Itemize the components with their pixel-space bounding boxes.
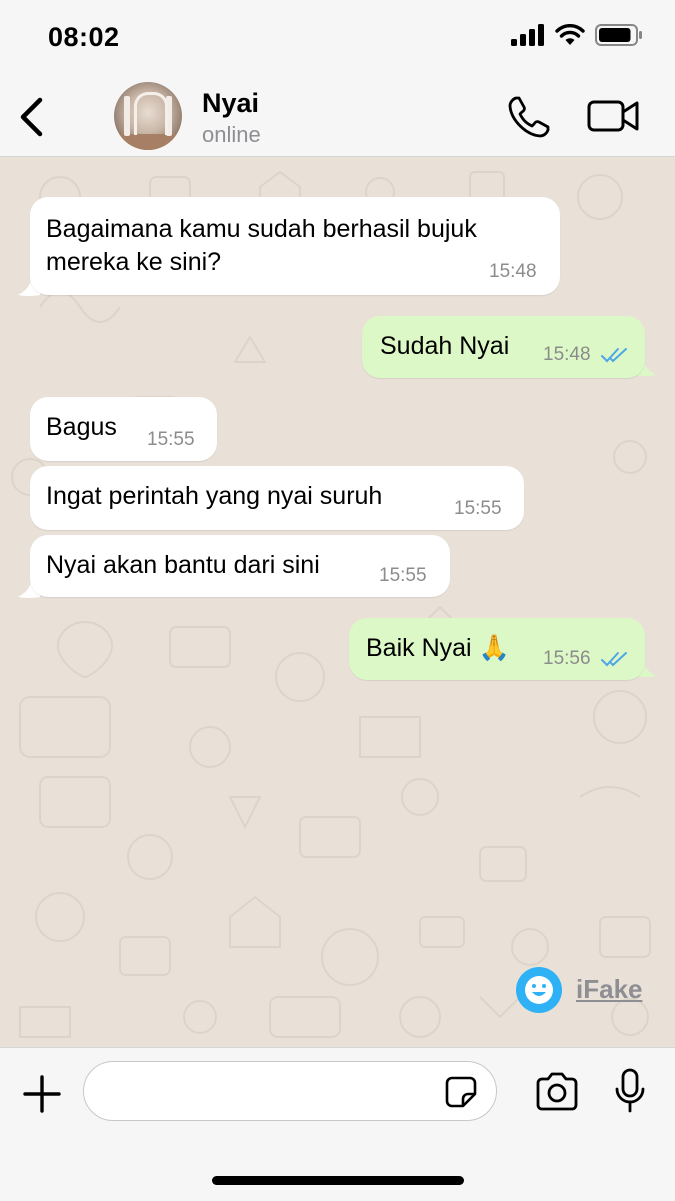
watermark-text: iFake (576, 974, 643, 1004)
message-bubble-outgoing[interactable]: Sudah Nyai 15:48 (362, 316, 645, 378)
message-bubble-incoming[interactable]: Bagus 15:55 (30, 397, 217, 461)
message-time: 15:55 (379, 565, 427, 586)
attach-button[interactable] (22, 1074, 62, 1114)
chat-area[interactable]: Bagaimana kamu sudah berhasil bujuk mere… (0, 157, 675, 1047)
status-bar: 08:02 (0, 0, 675, 78)
microphone-button[interactable] (614, 1068, 646, 1114)
contact-name[interactable]: Nyai (202, 88, 259, 119)
message-bubble-incoming[interactable]: Bagaimana kamu sudah berhasil bujuk mere… (30, 197, 560, 295)
input-bar (0, 1047, 675, 1201)
read-receipt-icon (601, 652, 627, 667)
home-indicator[interactable] (212, 1176, 464, 1185)
avatar[interactable] (114, 82, 182, 150)
message-bubble-incoming[interactable]: Nyai akan bantu dari sini 15:55 (30, 535, 450, 597)
message-input[interactable] (104, 1072, 438, 1112)
chat-header: Nyai online (0, 78, 675, 157)
message-time: 15:55 (454, 498, 502, 519)
battery-icon (595, 24, 642, 46)
back-button[interactable] (14, 94, 50, 140)
back-icon (20, 97, 43, 137)
wifi-icon (555, 24, 585, 45)
camera-button[interactable] (534, 1072, 580, 1112)
message-time: 15:55 (147, 429, 195, 450)
message-text: Sudah Nyai (380, 332, 510, 360)
contact-status: online (202, 122, 261, 147)
message-text: Bagus (46, 413, 117, 441)
voice-call-button[interactable] (506, 94, 552, 140)
message-time: 15:56 (543, 648, 591, 669)
camera-icon (536, 1072, 578, 1111)
phone-icon (508, 96, 550, 138)
status-time: 08:02 (48, 22, 120, 52)
ifake-logo-icon (516, 967, 562, 1013)
microphone-icon (615, 1068, 645, 1113)
message-input-container[interactable] (83, 1061, 497, 1121)
video-call-button[interactable] (586, 96, 640, 136)
message-bubble-outgoing[interactable]: Baik Nyai 🙏 15:56 (349, 618, 645, 680)
message-bubble-incoming[interactable]: Ingat perintah yang nyai suruh 15:55 (30, 466, 524, 530)
message-text: Ingat perintah yang nyai suruh (46, 482, 383, 510)
signal-icon (511, 24, 544, 46)
sticker-button[interactable] (444, 1075, 478, 1109)
message-text: Baik Nyai 🙏 (366, 634, 510, 662)
status-icons (511, 24, 643, 46)
message-text: Bagaimana kamu sudah berhasil bujuk mere… (46, 215, 477, 276)
sticker-icon (445, 1076, 477, 1108)
video-camera-icon (587, 100, 639, 132)
read-receipt-icon (601, 348, 627, 363)
message-text: Nyai akan bantu dari sini (46, 551, 320, 579)
message-time: 15:48 (489, 261, 537, 282)
plus-icon (23, 1075, 61, 1113)
message-time: 15:48 (543, 344, 591, 365)
